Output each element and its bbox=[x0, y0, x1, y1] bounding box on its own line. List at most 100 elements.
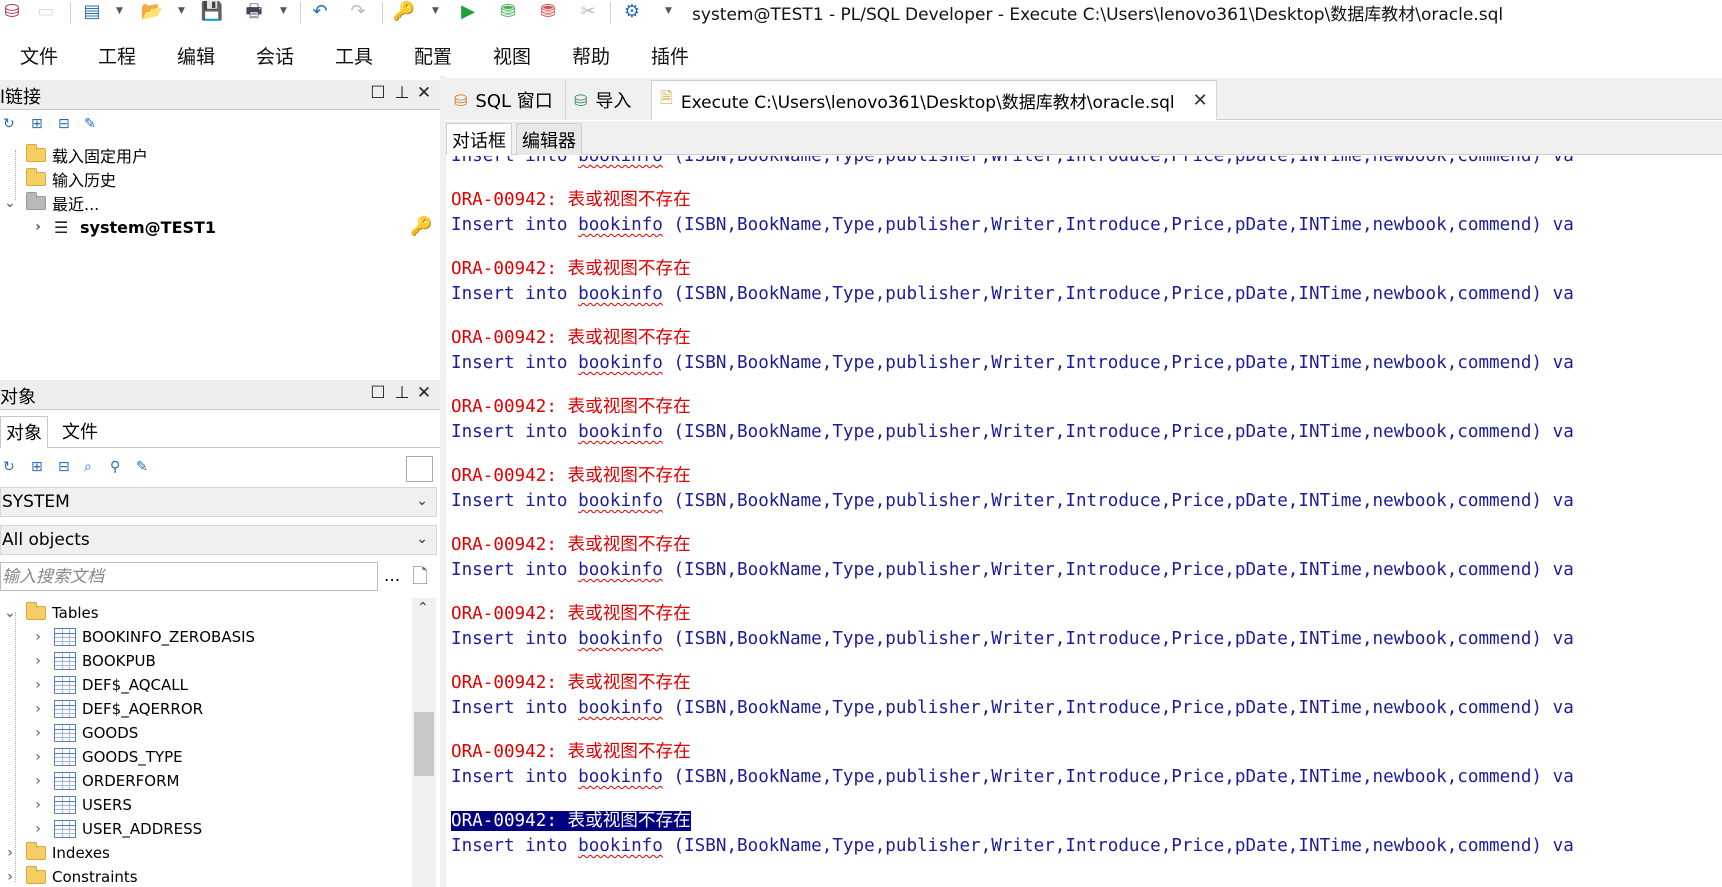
tab-sql-window[interactable]: ⛁ SQL 窗口 bbox=[446, 80, 566, 120]
pin-icon[interactable]: ⊥ bbox=[392, 83, 412, 103]
tree-item-indexes[interactable]: › Indexes bbox=[2, 841, 110, 865]
tab-import[interactable]: ⛁ 导入 bbox=[566, 80, 652, 120]
table-row[interactable]: › DEF$_AQCALL bbox=[30, 673, 188, 697]
execute-icon[interactable]: ▶ bbox=[456, 1, 480, 23]
tab-execute-script[interactable]: 🗎 Execute C:\Users\lenovo361\Desktop\数据库… bbox=[652, 80, 1217, 120]
tab-editor[interactable]: 编辑器 bbox=[516, 123, 582, 155]
chevron-right-icon[interactable]: › bbox=[30, 725, 46, 741]
tree-item-fixed-users[interactable]: 载入固定用户 bbox=[10, 143, 148, 167]
collapse-all-icon[interactable]: ⊟ bbox=[58, 460, 70, 474]
blank-icon[interactable]: ▭ bbox=[34, 1, 58, 23]
folder-icon bbox=[26, 866, 46, 884]
menu-tools[interactable]: 工具 bbox=[335, 42, 373, 69]
expand-all-icon[interactable]: ⊞ bbox=[31, 460, 43, 474]
break-icon[interactable]: ✂ bbox=[576, 1, 600, 23]
table-row[interactable]: › USER_ADDRESS bbox=[30, 817, 202, 841]
menu-edit[interactable]: 编辑 bbox=[177, 42, 215, 69]
tree-item-history[interactable]: 输入历史 bbox=[10, 167, 116, 191]
chevron-right-icon[interactable]: › bbox=[30, 773, 46, 789]
open-icon[interactable]: 📂 bbox=[140, 1, 164, 23]
menu-plugins[interactable]: 插件 bbox=[651, 42, 689, 69]
key-dropdown-icon[interactable]: ▼ bbox=[432, 6, 439, 16]
redo-icon[interactable]: ↷ bbox=[346, 1, 370, 23]
chevron-right-icon[interactable]: › bbox=[30, 821, 46, 837]
tree-item-tables[interactable]: ⌄ Tables bbox=[2, 601, 99, 625]
refresh-icon[interactable]: ↻ bbox=[3, 117, 15, 131]
pin-icon[interactable]: ⊥ bbox=[392, 383, 412, 403]
refresh-icon[interactable]: ↻ bbox=[3, 460, 15, 474]
undo-icon[interactable]: ↶ bbox=[308, 1, 332, 23]
tab-files[interactable]: 文件 bbox=[57, 416, 103, 448]
key-icon[interactable]: 🔑 bbox=[392, 1, 416, 23]
maximize-icon[interactable]: ☐ bbox=[368, 383, 388, 403]
filter-combo-value: All objects bbox=[2, 530, 90, 550]
user-combo[interactable]: SYSTEM ⌄ bbox=[0, 487, 437, 517]
chevron-right-icon[interactable]: › bbox=[30, 749, 46, 765]
table-row[interactable]: › DEF$_AQERROR bbox=[30, 697, 203, 721]
rollback-icon[interactable]: ⛃ bbox=[536, 1, 560, 23]
chevron-right-icon[interactable]: › bbox=[30, 653, 46, 669]
properties-icon[interactable]: ✎ bbox=[84, 117, 96, 131]
print-icon[interactable]: 🖶 bbox=[242, 1, 266, 23]
tree-item-connection[interactable]: › ☰ system@TEST1 bbox=[30, 215, 216, 239]
chevron-right-icon[interactable]: › bbox=[30, 677, 46, 693]
tab-dialog[interactable]: 对话框 bbox=[446, 123, 512, 155]
more-button[interactable]: ... bbox=[384, 566, 400, 586]
filter-combo[interactable]: All objects ⌄ bbox=[0, 525, 437, 555]
chevron-right-icon[interactable]: › bbox=[30, 219, 46, 235]
menu-file[interactable]: 文件 bbox=[20, 42, 58, 69]
menu-view[interactable]: 视图 bbox=[493, 42, 531, 69]
open-dropdown-icon[interactable]: ▼ bbox=[178, 6, 185, 16]
table-row[interactable]: › ORDERFORM bbox=[30, 769, 179, 793]
table-row[interactable]: › BOOKPUB bbox=[30, 649, 156, 673]
error-message-line: ORA-00942: 表或视图不存在 bbox=[451, 259, 691, 279]
settings-dropdown-icon[interactable]: ▼ bbox=[665, 6, 672, 16]
sql-statement-line: Insert into bookinfo (ISBN,BookName,Type… bbox=[451, 215, 1574, 235]
connections-panel-header: l链接 ☐ ⊥ ✕ bbox=[0, 80, 440, 110]
tab-label: Execute C:\Users\lenovo361\Desktop\数据库教材… bbox=[680, 93, 1175, 113]
chevron-down-icon: ⌄ bbox=[416, 531, 428, 547]
collapse-all-icon[interactable]: ⊟ bbox=[58, 117, 70, 131]
print-dropdown-icon[interactable]: ▼ bbox=[280, 6, 287, 16]
new-dropdown-icon[interactable]: ▼ bbox=[116, 6, 123, 16]
filter-icon[interactable]: ⚲ bbox=[110, 460, 120, 474]
scroll-thumb[interactable] bbox=[414, 712, 434, 776]
table-row[interactable]: › BOOKINFO_ZEROBASIS bbox=[30, 625, 255, 649]
new-icon[interactable]: ▤ bbox=[80, 1, 104, 23]
search-input[interactable] bbox=[0, 562, 378, 591]
scroll-up-icon[interactable]: ⌃ bbox=[417, 600, 429, 616]
execution-output[interactable]: Insert into bookinfo (ISBN,BookName,Type… bbox=[446, 156, 1722, 887]
menu-session[interactable]: 会话 bbox=[256, 42, 294, 69]
expand-all-icon[interactable]: ⊞ bbox=[31, 117, 43, 131]
settings-icon[interactable]: ⚙ bbox=[620, 1, 644, 23]
maximize-icon[interactable]: ☐ bbox=[368, 83, 388, 103]
table-row[interactable]: › GOODS_TYPE bbox=[30, 745, 183, 769]
menu-help[interactable]: 帮助 bbox=[572, 42, 610, 69]
chevron-right-icon[interactable]: › bbox=[30, 701, 46, 717]
menu-configure[interactable]: 配置 bbox=[414, 42, 452, 69]
properties-icon[interactable]: ✎ bbox=[136, 460, 148, 474]
options-box[interactable] bbox=[406, 456, 433, 482]
tab-objects[interactable]: 对象 bbox=[0, 416, 48, 448]
app-icon[interactable]: ⛁ bbox=[0, 1, 24, 23]
table-row[interactable]: › GOODS bbox=[30, 721, 138, 745]
tree-item-recent[interactable]: ⌄ 最近... bbox=[2, 191, 99, 215]
title-bar: ⛁ ▭ ▤ ▼ 📂 ▼ 💾 🖶 ▼ ↶ ↷ 🔑 ▼ ▶ ⛃ ⛃ ✂ ⚙ ▼ sy… bbox=[0, 0, 1722, 30]
objects-scrollbar[interactable]: ⌃ bbox=[412, 598, 436, 887]
tree-item-constraints[interactable]: › Constraints bbox=[2, 865, 138, 887]
chevron-right-icon[interactable]: › bbox=[30, 629, 46, 645]
new-document-icon[interactable]: 🗋 bbox=[412, 562, 428, 596]
close-icon[interactable]: ✕ bbox=[414, 383, 434, 403]
save-icon[interactable]: 💾 bbox=[200, 1, 224, 23]
commit-icon[interactable]: ⛃ bbox=[496, 1, 520, 23]
menu-project[interactable]: 工程 bbox=[98, 42, 136, 69]
close-icon[interactable]: ✕ bbox=[414, 83, 434, 103]
chevron-right-icon[interactable]: › bbox=[2, 845, 18, 861]
table-row[interactable]: › USERS bbox=[30, 793, 132, 817]
find-icon[interactable]: ⌕ bbox=[84, 460, 92, 474]
close-icon[interactable]: ✕ bbox=[1193, 90, 1208, 111]
chevron-right-icon[interactable]: › bbox=[30, 797, 46, 813]
chevron-down-icon[interactable]: ⌄ bbox=[2, 195, 18, 211]
chevron-down-icon[interactable]: ⌄ bbox=[2, 605, 18, 621]
chevron-right-icon[interactable]: › bbox=[2, 869, 18, 885]
